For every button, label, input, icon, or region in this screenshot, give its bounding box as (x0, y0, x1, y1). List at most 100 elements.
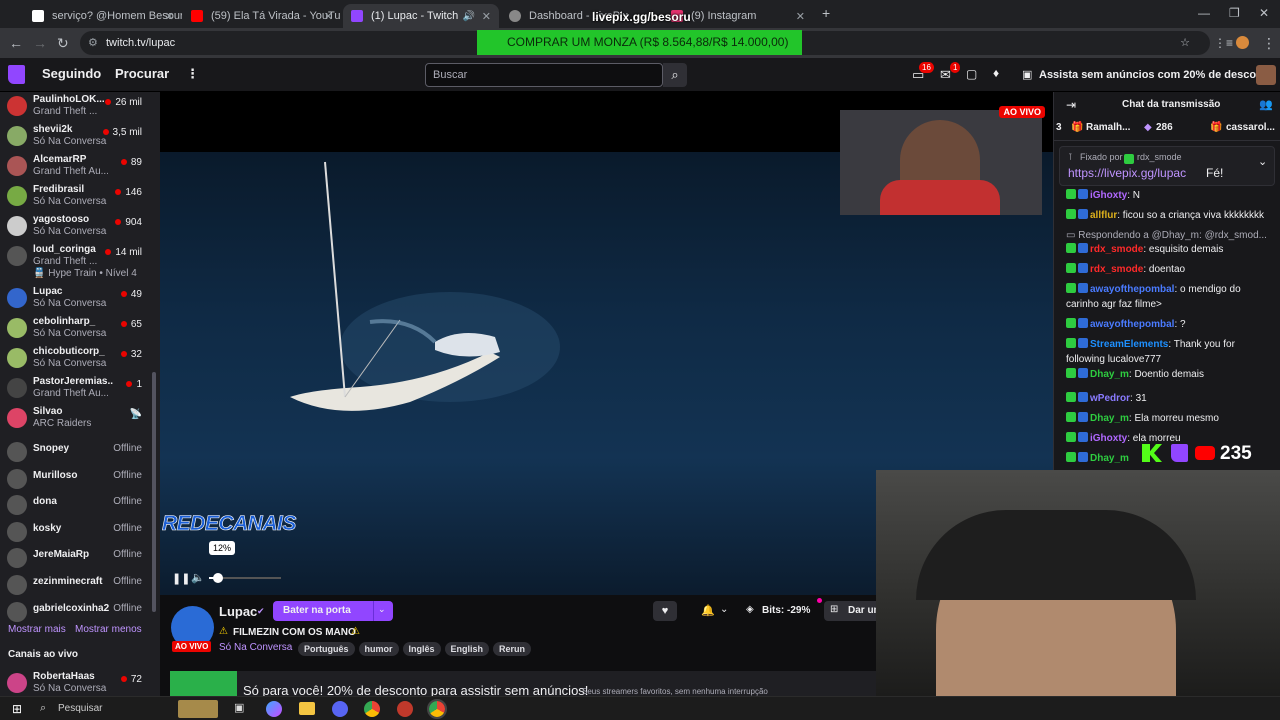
sidebar-item-channel[interactable]: Lupac Só Na Conversa 49 (0, 284, 160, 314)
following-link[interactable]: Seguindo (42, 66, 101, 81)
sidebar-item-channel[interactable]: cebolinharp_ Só Na Conversa 65 (0, 314, 160, 344)
bits-icon: ◈ (746, 604, 754, 615)
copilot-icon[interactable] (266, 701, 282, 717)
users-icon[interactable]: 👥 (1259, 98, 1273, 111)
close-icon[interactable]: ✕ (324, 10, 333, 23)
chat-username[interactable]: iGhoxty (1090, 190, 1127, 201)
sidebar-item-offline-channel[interactable]: zezinminecraft Offline (0, 571, 160, 601)
bookmark-star-icon[interactable]: ☆ (1180, 31, 1190, 55)
chat-message: iGhoxty: N (1066, 188, 1276, 203)
sidebar-item-channel[interactable]: shevii2k Só Na Conversa 3,5 mil (0, 122, 160, 152)
pinned-link[interactable]: https://livepix.gg/lupac (1068, 166, 1186, 180)
sidebar-item-channel[interactable]: yagostooso Só Na Conversa 904 (0, 212, 160, 242)
promo-banner[interactable]: Só para você! 20% de desconto para assis… (170, 671, 876, 696)
browser-tab[interactable]: (59) Ela Tá Virada - YouTube ✕ (183, 4, 341, 28)
category-link[interactable]: Só Na Conversa (219, 642, 292, 653)
new-tab-icon[interactable]: + (822, 5, 830, 21)
profile-avatar[interactable] (1236, 36, 1249, 49)
chat-username[interactable]: Dhay_m (1090, 453, 1129, 464)
close-icon[interactable]: ✕ (796, 10, 805, 23)
chat-username[interactable]: allflur (1090, 210, 1117, 221)
sidebar-item-offline-channel[interactable]: dona Offline (0, 491, 160, 521)
sidebar-item-channel[interactable]: PaulinhoLOK... Grand Theft ... 26 mil (0, 92, 160, 122)
restore-icon[interactable]: ❐ (1229, 6, 1240, 20)
windows-start-icon[interactable]: ⊞ (12, 702, 22, 716)
back-icon[interactable]: ← (9, 35, 23, 51)
notification-bell-icon[interactable]: 🔔 (701, 604, 715, 617)
chrome-icon[interactable] (364, 701, 380, 717)
user-avatar[interactable] (1256, 65, 1276, 85)
collapse-chat-icon[interactable]: ⇥ (1066, 98, 1076, 112)
prime-offer-button[interactable]: ▣ Assista sem anúncios com 20% de descon… (1017, 63, 1273, 87)
follow-heart-button[interactable]: ♥ (653, 601, 677, 621)
window-close-icon[interactable]: ✕ (1259, 6, 1269, 20)
sidebar-item-channel[interactable]: Fredibrasil Só Na Conversa 146 (0, 182, 160, 212)
app-icon[interactable] (397, 701, 413, 717)
chevron-down-icon[interactable]: ⌄ (720, 604, 728, 615)
sidebar-item-channel[interactable]: Silvao ARC Raiders 📡 (0, 404, 160, 434)
stream-tag[interactable]: English (444, 642, 490, 656)
sidebar-item-channel[interactable]: loud_coringa Grand Theft ... 14 mil 🚆 Hype … (0, 242, 160, 279)
stream-tag[interactable]: Inglês (402, 642, 441, 656)
search-input[interactable]: Buscar (425, 63, 663, 87)
chat-username[interactable]: awayofthepombal (1090, 319, 1174, 330)
sidebar-item-offline-channel[interactable]: kosky Offline (0, 518, 160, 548)
sidebar-item-offline-channel[interactable]: Murilloso Offline (0, 465, 160, 495)
speaker-icon[interactable]: 🔊 (463, 11, 475, 22)
site-info-icon[interactable]: ⚙ (88, 31, 98, 55)
close-icon[interactable]: ✕ (165, 10, 174, 23)
leaderboard-user[interactable]: Ramalh... (1086, 122, 1130, 133)
badge-icon (1078, 368, 1088, 378)
sidebar-item-offline-channel[interactable]: Snopey Offline (0, 438, 160, 468)
show-less-link[interactable]: Mostrar menos (75, 624, 142, 635)
browser-menu-icon[interactable]: ⋮ (1262, 35, 1276, 51)
file-explorer-icon[interactable] (299, 702, 315, 715)
chat-username[interactable]: iGhoxty (1090, 433, 1127, 444)
more-menu-icon[interactable]: ⋮ (186, 66, 199, 82)
chat-username[interactable]: Dhay_m (1090, 369, 1129, 380)
minimize-icon[interactable]: — (1198, 6, 1210, 20)
sidebar-item-offline-channel[interactable]: JereMaiaRp Offline (0, 544, 160, 574)
extensions-icon[interactable]: ⋮≡ (1214, 35, 1233, 51)
chrome-icon[interactable] (427, 699, 447, 719)
discord-icon[interactable] (332, 701, 348, 717)
sidebar-item-robertahaas[interactable]: RobertaHaas Só Na Conversa 72 (0, 669, 160, 696)
chat-username[interactable]: StreamElements (1090, 339, 1168, 350)
reload-icon[interactable]: ↻ (57, 35, 69, 51)
sidebar-item-channel[interactable]: PastorJeremias... Grand Theft Au... 1 (0, 374, 160, 404)
raid-button[interactable]: Bater na porta ⌄ (273, 601, 393, 621)
sidebar-scrollbar[interactable] (152, 372, 156, 612)
browser-tab-active[interactable]: (1) Lupac - Twitch 🔊 ✕ (343, 4, 499, 28)
chat-username[interactable]: wPedror (1090, 393, 1130, 404)
leaderboard-user[interactable]: cassarol... (1226, 122, 1275, 133)
chat-username[interactable]: rdx_smode (1090, 264, 1143, 275)
stream-tag[interactable]: humor (358, 642, 399, 656)
widget-image[interactable] (178, 700, 218, 718)
channel-name[interactable]: Lupac (219, 604, 257, 619)
verified-icon: ✔ (257, 606, 265, 616)
task-view-icon[interactable]: ▣ (234, 701, 244, 714)
pause-icon[interactable]: ❚❚ (172, 572, 190, 585)
chat-username[interactable]: Dhay_m (1090, 413, 1129, 424)
sidebar-item-channel[interactable]: chicobuticorp_ Só Na Conversa 32 (0, 344, 160, 374)
stream-tag[interactable]: Rerun (493, 642, 532, 656)
volume-slider[interactable] (209, 573, 281, 583)
bits-button[interactable]: ◈ Bits: -29% (742, 601, 812, 621)
volume-icon[interactable]: 🔈 (191, 571, 205, 584)
gift-icon: ⊞ (830, 604, 839, 615)
forward-icon[interactable]: → (33, 35, 47, 51)
stream-tag[interactable]: Português (298, 642, 355, 656)
twitch-logo-icon[interactable] (8, 65, 25, 84)
browse-link[interactable]: Procurar (115, 66, 169, 81)
search-button[interactable]: ⌕ (663, 63, 687, 87)
whispers-icon[interactable]: ▢ (966, 67, 977, 81)
browser-tab[interactable]: serviço? @Homem Besouro #y ✕ (24, 4, 182, 28)
gift-sub-button[interactable]: ⊞ Dar um (824, 601, 884, 621)
show-more-link[interactable]: Mostrar mais (8, 624, 66, 635)
sidebar-item-channel[interactable]: AlcemarRP Grand Theft Au... 89 (0, 152, 160, 182)
chat-username[interactable]: rdx_smode (1090, 244, 1143, 255)
crown-icon[interactable]: ♦ (993, 66, 999, 80)
close-icon[interactable]: ✕ (482, 10, 491, 23)
chat-username[interactable]: awayofthepombal (1090, 284, 1174, 295)
chevron-down-icon[interactable]: ⌄ (1258, 155, 1267, 168)
